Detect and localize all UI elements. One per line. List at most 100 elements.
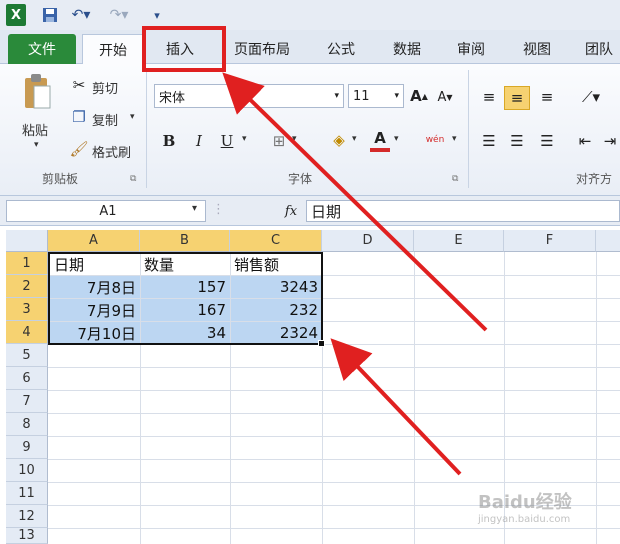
select-all-corner[interactable]: [6, 230, 48, 252]
tab-formulas[interactable]: 公式: [316, 34, 366, 64]
align-right-icon[interactable]: ☰: [536, 130, 558, 152]
table-cell[interactable]: 7月8日: [48, 276, 140, 298]
table-header-cell[interactable]: 销售额: [230, 253, 320, 275]
gridline: [48, 459, 620, 460]
table-header-cell[interactable]: 日期: [50, 253, 140, 275]
table-cell[interactable]: 7月10日: [48, 322, 140, 344]
customize-icon[interactable]: ▾: [150, 4, 164, 26]
column-header[interactable]: A: [48, 230, 140, 252]
format-painter-button[interactable]: 格式刷: [92, 142, 131, 161]
undo-icon[interactable]: ↶▾: [70, 4, 92, 26]
font-color-button[interactable]: A: [370, 128, 390, 152]
chevron-down-icon: ▾: [334, 91, 339, 101]
font-launcher-icon[interactable]: ⧉: [452, 174, 458, 184]
ribbon-home: 粘贴 ▾ ✂ 剪切 ❐ 复制 ▾ 🖌 格式刷 剪贴板 ⧉ 宋体 ▾ 11 ▾ A…: [0, 64, 620, 196]
borders-dropdown-icon[interactable]: ▾: [292, 134, 297, 144]
row-header[interactable]: 13: [6, 528, 48, 544]
phonetic-guide-icon[interactable]: wén: [422, 128, 448, 152]
clipboard-group-label: 剪贴板: [42, 172, 79, 186]
row-header[interactable]: 6: [6, 367, 48, 390]
redo-icon[interactable]: ↷▾: [108, 4, 130, 26]
tab-view[interactable]: 视图: [512, 34, 562, 64]
copy-icon[interactable]: ❐: [70, 108, 88, 126]
grow-font-icon[interactable]: A ▲: [410, 86, 428, 106]
scissors-icon[interactable]: ✂: [70, 76, 88, 94]
font-color-dropdown-icon[interactable]: ▾: [394, 134, 399, 144]
column-header[interactable]: E: [414, 230, 504, 252]
gridline: [48, 528, 620, 529]
table-cell[interactable]: 167: [140, 299, 230, 321]
name-box[interactable]: A1: [6, 200, 206, 222]
borders-icon[interactable]: ⊞: [268, 130, 290, 152]
row-header[interactable]: 5: [6, 344, 48, 367]
align-top-icon[interactable]: ≡: [478, 86, 500, 108]
clipboard-launcher-icon[interactable]: ⧉: [130, 174, 136, 184]
align-left-icon[interactable]: ☰: [478, 130, 500, 152]
fill-dropdown-icon[interactable]: ▾: [352, 134, 357, 144]
table-cell[interactable]: 157: [140, 276, 230, 298]
bold-button[interactable]: B: [158, 130, 180, 152]
name-box-dropdown-icon[interactable]: ▾: [192, 203, 197, 214]
format-painter-icon[interactable]: 🖌: [69, 140, 88, 158]
gridline: [48, 413, 620, 414]
table-header-cell[interactable]: 数量: [140, 253, 230, 275]
save-icon[interactable]: [40, 4, 60, 26]
column-header[interactable]: [596, 230, 620, 252]
row-header[interactable]: 11: [6, 482, 48, 505]
align-bottom-icon[interactable]: ≡: [536, 86, 558, 108]
orientation-icon[interactable]: ⟋▾: [576, 86, 606, 108]
function-icon[interactable]: fx: [278, 200, 304, 222]
tab-team[interactable]: 团队: [578, 34, 620, 64]
tab-home[interactable]: 开始: [82, 34, 144, 65]
increase-indent-icon[interactable]: ⇥: [600, 130, 620, 152]
name-box-value: A1: [99, 203, 117, 219]
underline-dropdown-icon[interactable]: ▾: [242, 134, 247, 144]
worksheet-grid[interactable]: A B C D E F 1 2 3 4 5 6 7 8 9 10 11 12 1…: [0, 226, 620, 544]
column-header[interactable]: B: [140, 230, 230, 252]
quick-access-toolbar: X ↶▾ ↷▾ ▾: [0, 0, 620, 30]
font-name-select[interactable]: 宋体 ▾: [154, 84, 344, 108]
copy-dropdown-icon[interactable]: ▾: [130, 112, 135, 122]
tab-page-layout[interactable]: 页面布局: [222, 34, 302, 64]
cut-button[interactable]: 剪切: [92, 78, 118, 97]
align-middle-icon[interactable]: ≡: [504, 86, 530, 110]
formula-value: 日期: [311, 202, 342, 221]
paste-icon[interactable]: [20, 70, 54, 114]
shrink-font-icon[interactable]: A ▼: [436, 88, 454, 106]
column-header[interactable]: D: [322, 230, 414, 252]
table-cell[interactable]: 232: [230, 299, 322, 321]
align-center-icon[interactable]: ☰: [506, 130, 528, 152]
paste-label[interactable]: 粘贴: [22, 120, 48, 139]
row-header[interactable]: 7: [6, 390, 48, 413]
font-group-label: 字体: [288, 172, 313, 186]
table-cell[interactable]: 2324: [230, 322, 322, 344]
row-header[interactable]: 9: [6, 436, 48, 459]
italic-button[interactable]: I: [188, 130, 210, 152]
tab-review[interactable]: 审阅: [446, 34, 496, 64]
table-cell[interactable]: 7月9日: [48, 299, 140, 321]
table-cell[interactable]: 34: [140, 322, 230, 344]
phonetic-dropdown-icon[interactable]: ▾: [452, 134, 457, 144]
tab-data[interactable]: 数据: [382, 34, 432, 64]
paste-dropdown-icon[interactable]: ▾: [34, 140, 39, 150]
row-header[interactable]: 3: [6, 298, 48, 321]
excel-icon[interactable]: X: [6, 4, 26, 26]
underline-button[interactable]: U: [216, 130, 238, 152]
tab-file[interactable]: 文件: [8, 34, 76, 64]
row-header[interactable]: 2: [6, 275, 48, 298]
column-header[interactable]: C: [230, 230, 322, 252]
column-header[interactable]: F: [504, 230, 596, 252]
formula-input[interactable]: 日期: [306, 200, 620, 222]
row-header[interactable]: 4: [6, 321, 48, 344]
row-header[interactable]: 12: [6, 505, 48, 528]
formula-bar-handle-icon[interactable]: ⋮: [212, 202, 225, 217]
tab-insert[interactable]: 插入: [150, 34, 210, 64]
row-header[interactable]: 10: [6, 459, 48, 482]
copy-button[interactable]: 复制: [92, 110, 118, 129]
row-header[interactable]: 1: [6, 252, 48, 275]
font-size-select[interactable]: 11 ▾: [348, 84, 404, 108]
row-header[interactable]: 8: [6, 413, 48, 436]
table-cell[interactable]: 3243: [230, 276, 322, 298]
fill-color-icon[interactable]: ◈: [328, 128, 350, 152]
decrease-indent-icon[interactable]: ⇤: [574, 130, 596, 152]
